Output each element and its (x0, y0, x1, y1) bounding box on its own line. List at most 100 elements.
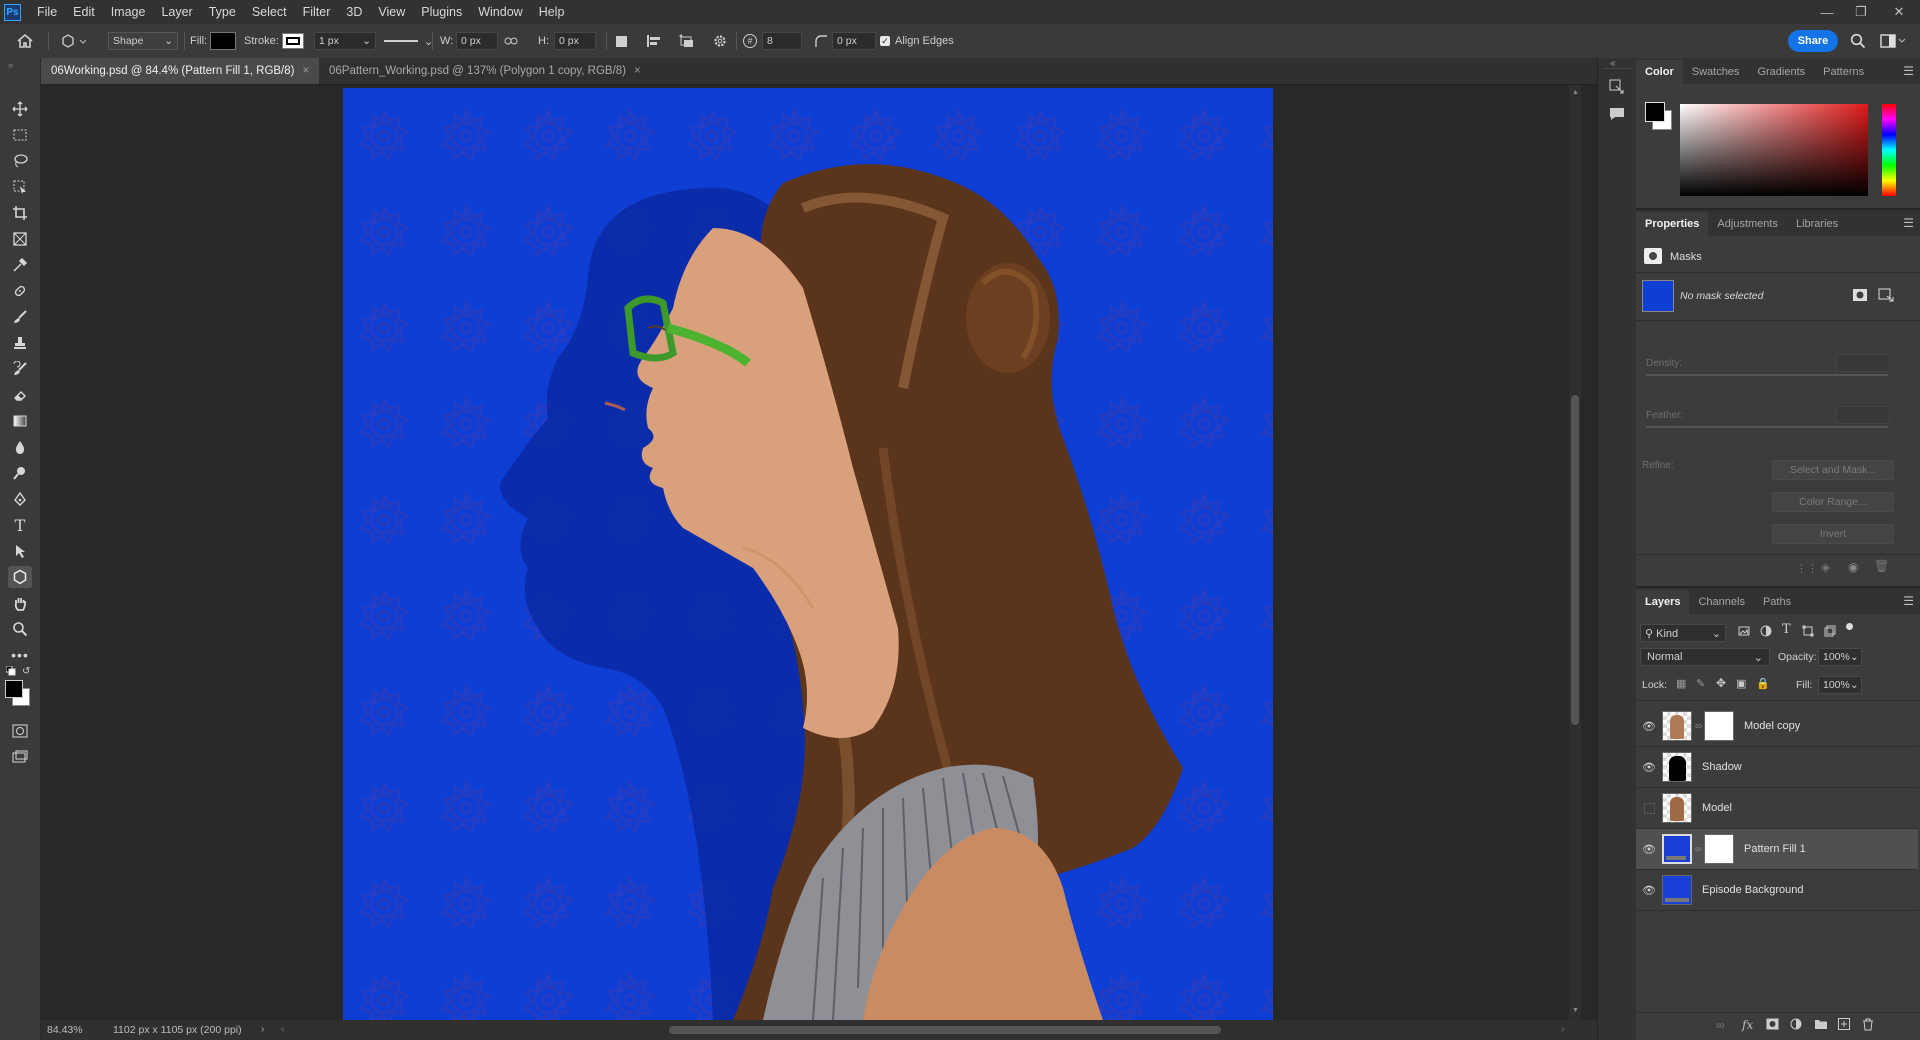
panel-foreground-swatch[interactable] (1645, 102, 1665, 122)
eye-icon[interactable]: 👁 (1636, 720, 1662, 733)
new-adjustment-layer-icon[interactable] (1790, 1018, 1802, 1033)
tab-gradients[interactable]: Gradients (1748, 60, 1814, 84)
layer-name[interactable]: Episode Background (1702, 884, 1804, 896)
gradient-tool-icon[interactable] (8, 410, 32, 432)
add-vector-mask-icon[interactable] (1878, 288, 1894, 305)
filter-shape-icon[interactable] (1802, 625, 1814, 640)
pen-tool-icon[interactable] (8, 488, 32, 510)
menu-file[interactable]: File (29, 0, 65, 24)
layer-mask-thumbnail[interactable] (1704, 711, 1734, 741)
tab-swatches[interactable]: Swatches (1683, 60, 1749, 84)
home-icon[interactable] (16, 30, 34, 52)
stroke-width-input[interactable]: 1 px ⌄ (314, 30, 376, 52)
add-pixel-mask-icon[interactable] (1852, 288, 1868, 305)
lock-image-pixels-icon[interactable]: ✎ (1696, 677, 1705, 690)
opacity-input[interactable]: 100% ⌄ (1818, 648, 1862, 666)
menu-select[interactable]: Select (244, 0, 295, 24)
crop-tool-icon[interactable] (8, 202, 32, 224)
scroll-down-icon[interactable]: ▼ (1572, 1007, 1579, 1014)
sides-input[interactable]: 8 (762, 30, 802, 52)
restore-icon[interactable]: ❐ (1844, 0, 1878, 24)
close-tab-icon[interactable]: × (634, 65, 641, 77)
share-button[interactable]: Share (1788, 30, 1838, 52)
foreground-color-swatch[interactable] (5, 680, 23, 698)
more-tools-icon[interactable]: ••• (8, 644, 32, 666)
load-selection-icon[interactable]: ⋮⋮ (1796, 562, 1818, 575)
path-arrangement-icon[interactable] (678, 30, 696, 52)
menu-image[interactable]: Image (103, 0, 154, 24)
filter-smart-object-icon[interactable] (1824, 625, 1836, 640)
scroll-left-icon[interactable]: ‹ (281, 1023, 285, 1035)
stroke-style-select[interactable]: ⌄ (384, 30, 433, 52)
menu-type[interactable]: Type (201, 0, 244, 24)
swap-colors-icon[interactable]: ↺ (22, 666, 30, 677)
layer-row-shadow[interactable]: 👁 Shadow (1636, 747, 1918, 788)
chain-link-icon[interactable]: ∞ (1695, 721, 1702, 732)
eye-icon[interactable]: 👁 (1636, 843, 1662, 856)
minimize-icon[interactable]: — (1810, 0, 1844, 24)
new-layer-icon[interactable] (1838, 1018, 1850, 1033)
layer-row-pattern-fill-1[interactable]: 👁 ∞ Pattern Fill 1 (1636, 829, 1918, 870)
hand-tool-icon[interactable] (8, 592, 32, 614)
panel-menu-icon[interactable]: ☰ (1903, 64, 1914, 78)
lock-all-icon[interactable]: 🔒 (1756, 677, 1770, 690)
height-input[interactable]: 0 px (554, 30, 596, 52)
align-edges-checkbox[interactable]: ✓ Align Edges (880, 30, 954, 52)
chevron-right-icon[interactable]: › (261, 1023, 265, 1035)
filter-type-icon[interactable]: T (1782, 622, 1791, 637)
tab-06pattern-working[interactable]: 06Pattern_Working.psd @ 137% (Polygon 1 … (319, 58, 651, 84)
layer-name[interactable]: Model (1702, 802, 1732, 814)
lasso-tool-icon[interactable] (8, 150, 32, 172)
scroll-up-icon[interactable]: ▲ (1572, 89, 1579, 96)
screen-mode-icon[interactable] (8, 746, 32, 768)
visibility-icon[interactable]: ◉ (1848, 560, 1858, 574)
type-tool-icon[interactable]: T (8, 514, 32, 536)
quick-mask-icon[interactable] (8, 720, 32, 742)
scrollbar-thumb[interactable] (1571, 395, 1579, 725)
marquee-tool-icon[interactable] (8, 124, 32, 146)
eye-icon[interactable]: 👁 (1636, 884, 1662, 897)
lock-transparent-icon[interactable]: ▦ (1676, 677, 1686, 690)
color-field[interactable] (1680, 104, 1868, 196)
tab-color[interactable]: Color (1636, 60, 1683, 84)
shape-mode-select[interactable]: Shape ⌄ (108, 30, 178, 52)
link-layers-icon[interactable]: ∞ (1716, 1018, 1725, 1032)
default-colors-icon[interactable] (5, 665, 16, 679)
brush-tool-icon[interactable] (8, 306, 32, 328)
new-group-icon[interactable] (1814, 1018, 1828, 1033)
layer-name[interactable]: Shadow (1702, 761, 1742, 773)
stroke-swatch[interactable] (282, 30, 304, 52)
history-brush-tool-icon[interactable] (8, 358, 32, 380)
layer-row-model-copy[interactable]: 👁 ∞ Model copy (1636, 706, 1918, 747)
invert-button[interactable]: Invert (1772, 524, 1894, 544)
polygon-tool-preset-icon[interactable] (60, 30, 88, 52)
lock-position-icon[interactable]: ✥ (1716, 676, 1726, 690)
tab-channels[interactable]: Channels (1689, 590, 1753, 614)
collapse-toolbar-icon[interactable]: » (8, 60, 13, 70)
menu-filter[interactable]: Filter (295, 0, 339, 24)
layer-name[interactable]: Model copy (1744, 720, 1800, 732)
color-range-button[interactable]: Color Range... (1772, 492, 1894, 512)
lock-artboard-icon[interactable]: ▣ (1736, 677, 1746, 690)
layer-name[interactable]: Pattern Fill 1 (1744, 843, 1806, 855)
filter-kind-select[interactable]: ⚲ Kind ⌄ (1640, 624, 1726, 642)
trash-icon[interactable]: 🗑 (1874, 559, 1889, 573)
object-selection-tool-icon[interactable] (8, 176, 32, 198)
filter-adjustment-icon[interactable] (1760, 625, 1772, 640)
tab-06working[interactable]: 06Working.psd @ 84.4% (Pattern Fill 1, R… (41, 58, 320, 84)
menu-view[interactable]: View (370, 0, 413, 24)
zoom-tool-icon[interactable] (8, 618, 32, 640)
search-icon[interactable] (1850, 30, 1866, 52)
corner-radius-input[interactable]: 0 px (832, 30, 876, 52)
eye-icon[interactable]: 👁 (1636, 761, 1662, 774)
filter-toggle-icon[interactable] (1846, 623, 1853, 630)
comments-panel-icon[interactable] (1608, 106, 1626, 125)
menu-help[interactable]: Help (531, 0, 573, 24)
menu-window[interactable]: Window (470, 0, 530, 24)
link-icon[interactable] (504, 30, 518, 52)
width-input[interactable]: 0 px (456, 30, 498, 52)
clone-stamp-tool-icon[interactable] (8, 332, 32, 354)
panel-menu-icon[interactable]: ☰ (1903, 594, 1914, 608)
fx-icon[interactable]: fx (1742, 1018, 1753, 1032)
blend-mode-select[interactable]: Normal ⌄ (1640, 648, 1770, 666)
